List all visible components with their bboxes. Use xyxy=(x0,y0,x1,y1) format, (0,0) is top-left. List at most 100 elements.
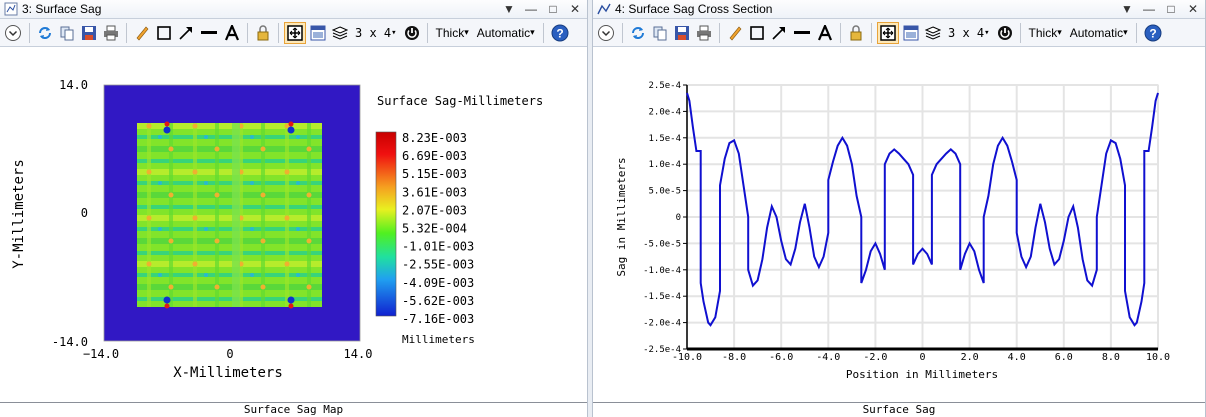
arrow-icon[interactable] xyxy=(769,22,789,44)
pencil-icon[interactable] xyxy=(725,22,745,44)
x-tick-label: 4.0 xyxy=(1008,352,1026,363)
legend-labels: 8.23E-003 6.69E-003 5.15E-003 3.61E-003 2.07… xyxy=(402,131,474,326)
y-tick-label: -2.5e-4 xyxy=(643,345,681,355)
legend-unit: Millimeters xyxy=(402,333,475,346)
legend-value: -1.01E-003 xyxy=(402,240,474,254)
sag-high-spot xyxy=(164,121,170,127)
sag-high-spot xyxy=(164,303,170,309)
y-tick-label: 2.5e-4 xyxy=(648,81,681,91)
x-tick-label: -6.0 xyxy=(769,352,793,363)
legend-value: 5.32E-004 xyxy=(402,222,467,236)
y-tick-label: 5.0e-5 xyxy=(648,187,681,197)
zoom-fit-icon[interactable] xyxy=(284,21,306,44)
y-axis-label: Y-Millimeters xyxy=(11,159,27,269)
toolbar: 3 x 4 Thick Automatic ? xyxy=(593,19,1205,47)
line-thickness-dropdown[interactable]: Thick xyxy=(433,22,472,44)
legend-value: -2.55E-003 xyxy=(402,258,474,272)
line-thickness-dropdown[interactable]: Thick xyxy=(1026,22,1065,44)
close-button[interactable]: ✕ xyxy=(1185,1,1201,17)
x-tick-label: 10.0 xyxy=(1146,352,1170,363)
y-tick-label: 0 xyxy=(81,206,88,220)
x-tick-label: 2.0 xyxy=(961,352,979,363)
cross-section-svg: -10.0 -8.0 -6.0 -4.0 -2.0 0 2.0 4.0 6.0 8.0 10.02.… xyxy=(615,81,1170,381)
x-tick-label: -4.0 xyxy=(816,352,840,363)
rectangle-icon[interactable] xyxy=(747,22,767,44)
layers-icon[interactable] xyxy=(330,22,350,44)
svg-text:?: ? xyxy=(1149,26,1156,40)
minimize-button[interactable]: — xyxy=(1141,1,1157,17)
zoom-fit-icon[interactable] xyxy=(877,21,899,44)
x-tick-label: −14.0 xyxy=(83,347,119,361)
print-icon[interactable] xyxy=(101,22,121,44)
line-icon[interactable] xyxy=(198,22,220,44)
y-tick-label: 1.5e-4 xyxy=(648,134,681,144)
maximize-button[interactable]: □ xyxy=(545,1,561,17)
legend-value: 6.69E-003 xyxy=(402,149,467,163)
window-layout-icon[interactable] xyxy=(901,22,921,44)
settings-expand-button[interactable] xyxy=(595,22,617,44)
color-bar xyxy=(375,131,397,317)
settings-expand-button[interactable] xyxy=(2,22,24,44)
sag-map-svg: 14.0 0 -14.0 −14.0 0 14.0 X-Millimeters … xyxy=(11,78,543,381)
legend-title: Surface Sag-Millimeters xyxy=(377,94,543,108)
sag-low-spot xyxy=(163,126,171,134)
text-icon[interactable] xyxy=(815,22,835,44)
rectangle-icon[interactable] xyxy=(154,22,174,44)
y-tick-label: 14.0 xyxy=(59,78,88,92)
lock-icon[interactable] xyxy=(846,22,866,44)
x-tick-label: -8.0 xyxy=(722,352,746,363)
line-icon[interactable] xyxy=(791,22,813,44)
window-titlebar[interactable]: 4: Surface Sag Cross Section ▼ — □ ✕ xyxy=(593,0,1205,19)
window-title: 4: Surface Sag Cross Section xyxy=(615,2,773,16)
layout-dropdown[interactable]: 3 x 4 xyxy=(352,22,400,44)
dropdown-icon[interactable]: ▼ xyxy=(501,1,517,17)
help-icon[interactable]: ? xyxy=(549,22,571,44)
layers-icon[interactable] xyxy=(923,22,943,44)
lock-icon[interactable] xyxy=(253,22,273,44)
y-tick-label: -2.0e-4 xyxy=(643,319,681,329)
x-tick-label: 8.0 xyxy=(1102,352,1120,363)
power-icon[interactable] xyxy=(995,22,1015,44)
sag-low-spot xyxy=(287,296,295,304)
legend-value: 5.15E-003 xyxy=(402,167,467,181)
y-tick-label: -1.5e-4 xyxy=(643,292,681,302)
y-tick-label: -5.0e-5 xyxy=(643,239,681,249)
surface-sag-map-plot: 14.0 0 -14.0 −14.0 0 14.0 X-Millimeters … xyxy=(0,48,587,402)
help-icon[interactable]: ? xyxy=(1142,22,1164,44)
legend-value: -7.16E-003 xyxy=(402,312,474,326)
dropdown-icon[interactable]: ▼ xyxy=(1119,1,1135,17)
refresh-icon[interactable] xyxy=(628,22,648,44)
save-icon[interactable] xyxy=(79,22,99,44)
plot-window-icon xyxy=(597,3,611,15)
scale-dropdown[interactable]: Automatic xyxy=(1067,22,1131,44)
svg-text:?: ? xyxy=(556,26,563,40)
power-icon[interactable] xyxy=(402,22,422,44)
x-axis-label: Position in Millimeters xyxy=(846,368,998,381)
print-icon[interactable] xyxy=(694,22,714,44)
copy-icon[interactable] xyxy=(650,22,670,44)
y-tick-label: -1.0e-4 xyxy=(643,266,681,276)
pencil-icon[interactable] xyxy=(132,22,152,44)
toolbar: 3 x 4 Thick Automatic ? xyxy=(0,19,587,47)
arrow-icon[interactable] xyxy=(176,22,196,44)
window-layout-icon[interactable] xyxy=(308,22,328,44)
copy-icon[interactable] xyxy=(57,22,77,44)
y-axis-label: Sag in Millimeters xyxy=(615,157,628,276)
text-icon[interactable] xyxy=(222,22,242,44)
cross-section-plot: -10.0 -8.0 -6.0 -4.0 -2.0 0 2.0 4.0 6.0 8.0 10.0 2.… xyxy=(593,48,1205,402)
save-icon[interactable] xyxy=(672,22,692,44)
close-button[interactable]: ✕ xyxy=(567,1,583,17)
y-tick-label: 1.0e-4 xyxy=(648,160,681,170)
x-axis-label: X-Millimeters xyxy=(173,365,283,381)
x-tick-label: 0 xyxy=(919,352,925,363)
sag-high-spot xyxy=(288,303,294,309)
minimize-button[interactable]: — xyxy=(523,1,539,17)
layout-dropdown[interactable]: 3 x 4 xyxy=(945,22,993,44)
scale-dropdown[interactable]: Automatic xyxy=(474,22,538,44)
surface-sag-window: 3: Surface Sag ▼ — □ ✕ 3 x 4 Thick Autom… xyxy=(0,0,588,417)
window-footer: Surface Sag Map xyxy=(0,402,587,417)
maximize-button[interactable]: □ xyxy=(1163,1,1179,17)
refresh-icon[interactable] xyxy=(35,22,55,44)
window-titlebar[interactable]: 3: Surface Sag ▼ — □ ✕ xyxy=(0,0,587,19)
plot-window-icon xyxy=(4,2,18,16)
